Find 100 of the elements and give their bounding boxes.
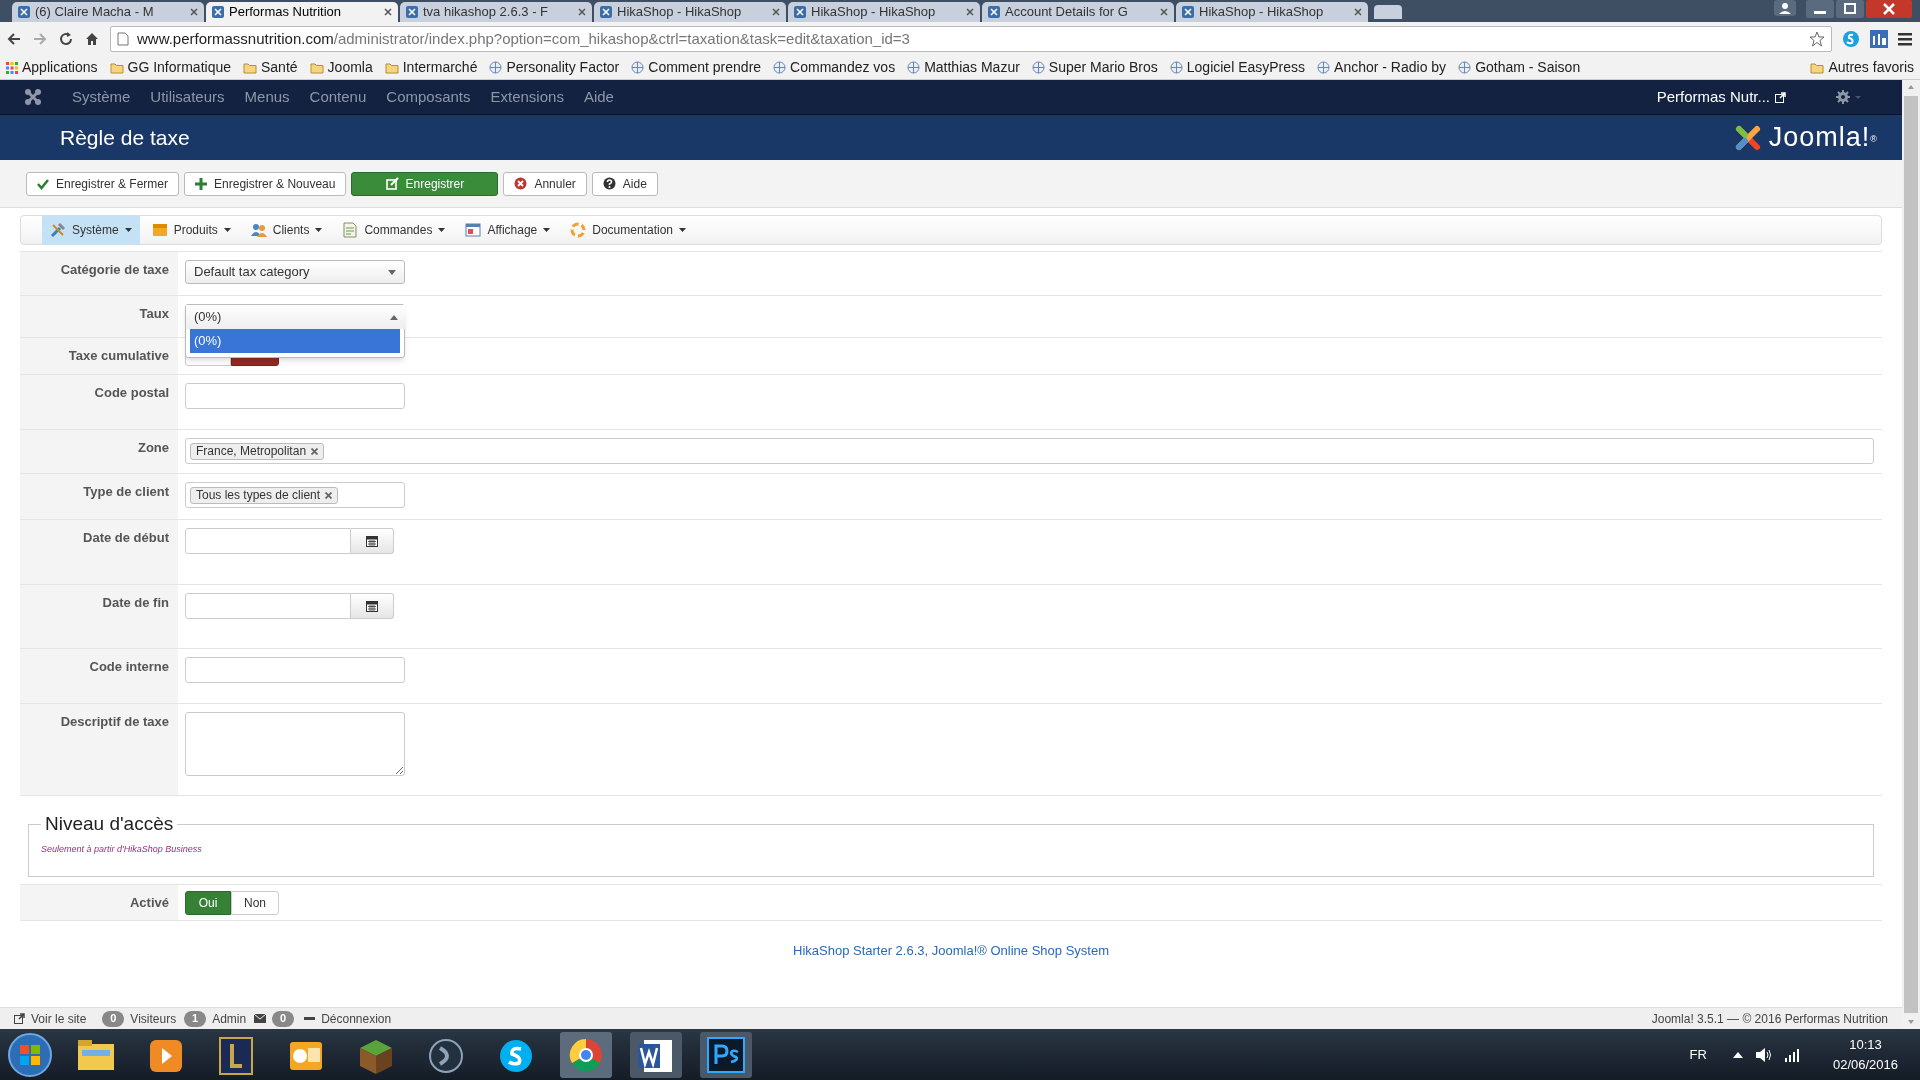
- input-field[interactable]: [185, 383, 405, 409]
- toolbar-button[interactable]: Aide: [591, 171, 658, 196]
- close-icon[interactable]: [384, 8, 392, 16]
- settings-icon[interactable]: [1836, 90, 1864, 104]
- page-icon: [117, 32, 129, 46]
- remove-icon[interactable]: [325, 491, 333, 499]
- signal-icon[interactable]: [1784, 1047, 1801, 1062]
- submenu-tab[interactable]: Affichage: [457, 215, 559, 245]
- start-icon[interactable]: [6, 1030, 54, 1079]
- bookmark[interactable]: Super Mario Bros: [1031, 57, 1158, 78]
- photo-editor-icon[interactable]: [698, 1029, 754, 1080]
- tools-icon: [50, 222, 66, 238]
- menu-item[interactable]: Extensions: [490, 85, 564, 109]
- joomla-icon[interactable]: [24, 88, 42, 106]
- submenu-tab[interactable]: Système: [42, 215, 140, 245]
- bookmark[interactable]: Gotham - Saison: [1458, 57, 1581, 78]
- bookmark[interactable]: Intermarché: [384, 57, 478, 78]
- footer-link[interactable]: HikaShop Starter 2.6.3, Joomla!® Online Shop System: [793, 941, 1109, 961]
- bookmark[interactable]: Anchor - Radio by: [1317, 57, 1447, 78]
- toolbar-button[interactable]: Enregistrer & Fermer: [26, 171, 180, 196]
- logout-link[interactable]: Déconnexion: [304, 1009, 392, 1028]
- clock-time[interactable]: 10:13: [1849, 1034, 1882, 1055]
- close-icon[interactable]: [966, 8, 974, 16]
- scrollbar[interactable]: [1902, 80, 1920, 1029]
- browser-tab[interactable]: (6) Claire Macha - M: [12, 2, 204, 22]
- bookmark[interactable]: Comment prendre: [631, 57, 762, 78]
- back-icon[interactable]: [6, 31, 22, 47]
- remove-icon[interactable]: [311, 447, 319, 455]
- field-label: Catégorie de taxe: [60, 261, 169, 279]
- menu-icon[interactable]: [1898, 31, 1914, 47]
- close-icon[interactable]: [1160, 8, 1168, 16]
- submenu-tab[interactable]: Produits: [143, 215, 239, 245]
- close-icon[interactable]: [1354, 8, 1362, 16]
- submenu-tab[interactable]: Commandes: [334, 215, 454, 245]
- reload-icon[interactable]: [58, 31, 74, 47]
- menu-item[interactable]: Contenu: [309, 85, 367, 109]
- toolbar-button[interactable]: Enregistrer: [351, 171, 499, 196]
- tag[interactable]: Tous les types de client: [190, 486, 339, 504]
- toolbar-button[interactable]: Annuler: [503, 171, 587, 196]
- minimize-icon[interactable]: [1806, 0, 1834, 18]
- input-field[interactable]: [185, 657, 405, 683]
- clock-date[interactable]: 02/06/2016: [1832, 1054, 1898, 1075]
- menu-item[interactable]: Menus: [244, 85, 290, 109]
- calendar-button[interactable]: [351, 593, 394, 619]
- date-field[interactable]: [185, 593, 351, 619]
- tag-field[interactable]: Tous les types de client: [185, 482, 405, 508]
- menu-item[interactable]: Composants: [386, 85, 471, 109]
- document-icon: [342, 222, 359, 238]
- bookmark[interactable]: GG Informatique: [109, 57, 231, 78]
- dropdown-option[interactable]: (0%): [190, 329, 400, 353]
- close-icon[interactable]: [1866, 0, 1912, 18]
- bookmark[interactable]: Santé: [243, 57, 298, 78]
- close-icon[interactable]: [190, 8, 198, 16]
- home-icon[interactable]: [84, 31, 100, 47]
- browser-tab[interactable]: Account Details for G: [982, 2, 1174, 22]
- date-field[interactable]: [185, 528, 351, 554]
- menu-item[interactable]: Aide: [583, 85, 614, 109]
- menu-item[interactable]: Utilisateurs: [150, 85, 225, 109]
- menu-item[interactable]: Système: [72, 85, 131, 109]
- browser-tab[interactable]: tva hikashop 2.6.3 - F: [400, 2, 592, 22]
- browser-tab[interactable]: Performas Nutrition: [206, 2, 398, 22]
- volume-icon[interactable]: [1754, 1046, 1773, 1063]
- browser-tab[interactable]: HikaShop - HikaShop: [1176, 2, 1368, 22]
- select-field[interactable]: (0%): [186, 305, 406, 329]
- bookmark-folder[interactable]: Autres favoris: [1810, 57, 1914, 78]
- extension-icon[interactable]: [1870, 30, 1888, 48]
- bookmark[interactable]: Applications: [6, 57, 98, 78]
- toggle-option[interactable]: Non: [231, 891, 279, 915]
- tray-arrow-icon[interactable]: [1732, 1050, 1743, 1059]
- submenu-tab[interactable]: Documentation: [562, 215, 694, 245]
- submenu-tab[interactable]: Clients: [242, 215, 331, 245]
- calendar-button[interactable]: [351, 528, 394, 554]
- toggle-option[interactable]: Oui: [185, 891, 231, 915]
- address-bar[interactable]: www.performassnutrition.com/administrator/index.php?option=com_hikashop&ctrl=taxation&task=edit&taxation_id=3: [110, 26, 1832, 52]
- tag-field[interactable]: France, Metropolitan: [185, 438, 1874, 464]
- site-link[interactable]: Performas Nutr...: [1656, 85, 1786, 109]
- bookmark[interactable]: Commandez vos: [773, 57, 896, 78]
- view-site-link[interactable]: Voir le site: [14, 1009, 87, 1028]
- select-field[interactable]: Default tax category: [185, 260, 405, 284]
- folder-icon: [1810, 61, 1825, 74]
- scrollbar-thumb[interactable]: [1904, 96, 1918, 1013]
- star-icon[interactable]: [1809, 31, 1825, 47]
- browser-tab[interactable]: HikaShop - HikaShop: [594, 2, 786, 22]
- user-icon[interactable]: [1774, 0, 1796, 16]
- browser-tab[interactable]: HikaShop - HikaShop: [788, 2, 980, 22]
- language-indicator[interactable]: FR: [1689, 1044, 1707, 1065]
- bookmark[interactable]: Joomla: [309, 57, 373, 78]
- tag[interactable]: France, Metropolitan: [190, 442, 325, 460]
- field-label: Type de client: [83, 483, 169, 501]
- browser-icon[interactable]: [558, 1029, 614, 1080]
- close-icon[interactable]: [772, 8, 780, 16]
- extension-icon[interactable]: [1842, 30, 1860, 48]
- close-icon[interactable]: [578, 8, 586, 16]
- bookmark[interactable]: Logiciel EasyPress: [1169, 57, 1306, 78]
- toolbar-button[interactable]: Enregistrer & Nouveau: [184, 171, 347, 196]
- bookmark[interactable]: Personality Factor: [489, 57, 620, 78]
- word-icon[interactable]: [628, 1029, 684, 1080]
- bookmark[interactable]: Matthias Mazur: [907, 57, 1020, 78]
- favicon-icon: [600, 6, 612, 18]
- restore-icon[interactable]: [1836, 0, 1864, 18]
